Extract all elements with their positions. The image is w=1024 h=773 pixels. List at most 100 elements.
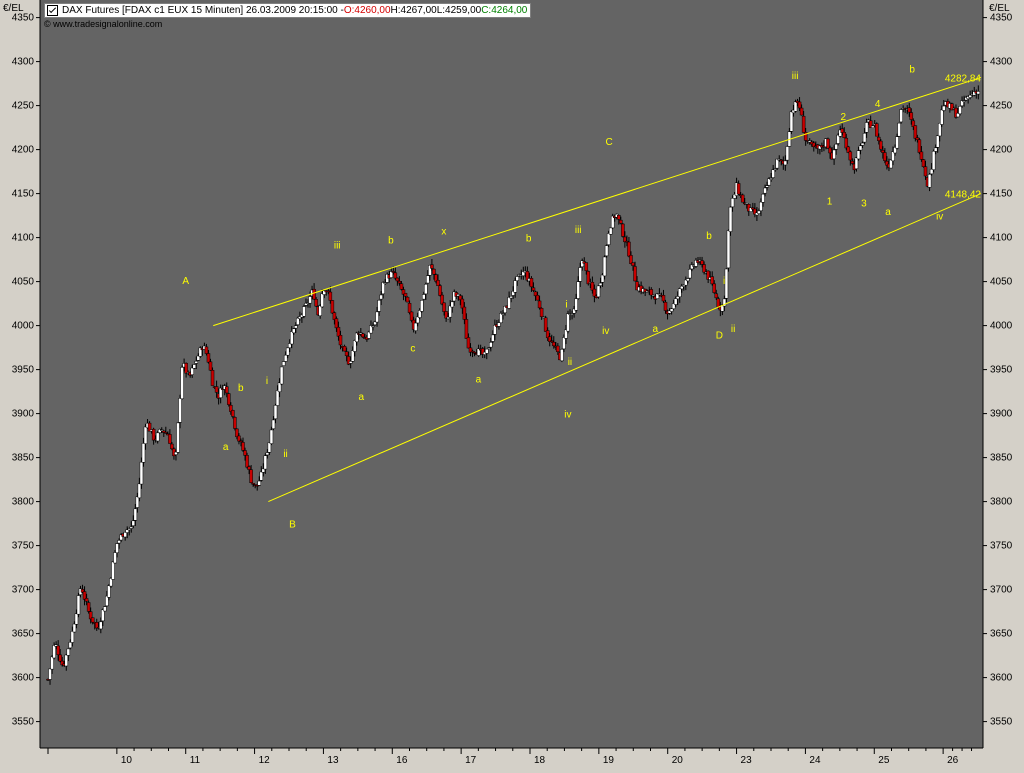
candle-body bbox=[740, 194, 745, 203]
candle-body bbox=[296, 317, 300, 325]
candle-body bbox=[509, 295, 513, 299]
candle-body bbox=[883, 152, 887, 161]
wave-label: i bbox=[723, 276, 725, 287]
candle-body bbox=[592, 288, 597, 297]
x-tick-label: 26 bbox=[947, 755, 959, 766]
candle-body bbox=[870, 125, 875, 129]
wave-label: b bbox=[238, 383, 244, 394]
bottom-axis-panel bbox=[0, 748, 1024, 768]
candle-body bbox=[649, 289, 654, 296]
candle-body bbox=[101, 609, 105, 622]
wave-label: b bbox=[706, 231, 712, 242]
candle-body bbox=[602, 256, 607, 277]
candle-body bbox=[529, 278, 534, 288]
candle-body bbox=[64, 654, 69, 667]
candle-body bbox=[66, 648, 71, 656]
wave-label: 4 bbox=[875, 99, 881, 110]
candle-body bbox=[70, 631, 75, 643]
candle-body bbox=[210, 370, 215, 386]
wave-label: B bbox=[289, 520, 296, 531]
candle-body bbox=[608, 227, 613, 235]
candle-body bbox=[497, 322, 501, 327]
candle-body bbox=[285, 347, 290, 356]
candle-body bbox=[348, 361, 353, 364]
candle-body bbox=[320, 293, 324, 308]
candle-body bbox=[292, 328, 296, 334]
candle-body bbox=[450, 301, 454, 308]
candle-body bbox=[773, 168, 777, 171]
candle-body bbox=[629, 255, 633, 264]
candle-body bbox=[133, 508, 138, 521]
candle-body bbox=[269, 429, 274, 444]
candle-body bbox=[371, 325, 375, 328]
candle-body bbox=[710, 276, 714, 285]
candle-body bbox=[543, 317, 548, 332]
candle-body bbox=[472, 351, 477, 354]
checkbox-icon[interactable] bbox=[47, 5, 58, 16]
candle-body bbox=[178, 398, 182, 423]
y-tick-label-left: 4300 bbox=[12, 57, 35, 68]
candle-body bbox=[769, 178, 773, 180]
candle-body bbox=[661, 295, 666, 302]
close-price: C:4264,00 bbox=[481, 5, 528, 16]
candle-body bbox=[115, 543, 119, 553]
candle-body bbox=[598, 282, 603, 286]
candle-body bbox=[271, 419, 276, 429]
candle-body bbox=[84, 598, 89, 602]
candle-body bbox=[68, 641, 73, 649]
candle-body bbox=[566, 313, 570, 332]
instrument-title-bar[interactable]: DAX Futures [FDAX c1 EUX 15 Minuten] 26.… bbox=[44, 3, 532, 18]
candle-body bbox=[76, 595, 81, 615]
candle-body bbox=[99, 621, 103, 630]
wave-label: iii bbox=[575, 225, 582, 236]
wave-label: c bbox=[410, 344, 415, 355]
high-price: H:4267,00 bbox=[390, 5, 437, 16]
y-tick-label-left: 3700 bbox=[12, 585, 35, 596]
source-credit[interactable]: © www.tradesignalonline.com bbox=[44, 19, 162, 29]
candle-body bbox=[728, 206, 733, 232]
candle-body bbox=[736, 183, 741, 195]
candle-body bbox=[576, 281, 580, 299]
candle-body bbox=[164, 432, 168, 434]
y-tick-label-right: 4300 bbox=[990, 57, 1013, 68]
candle-body bbox=[139, 461, 144, 485]
candle-body bbox=[259, 471, 264, 481]
candle-body bbox=[460, 298, 465, 309]
candle-body bbox=[485, 348, 489, 354]
price-chart[interactable]: 4282,844148,42 AbaiiiBiiiabcxabiiiiiiivi… bbox=[0, 0, 1024, 768]
candle-body bbox=[765, 185, 769, 188]
candle-body bbox=[604, 245, 609, 257]
candle-body bbox=[407, 303, 412, 313]
y-tick-label-left: 4350 bbox=[12, 13, 35, 24]
candle-body bbox=[848, 151, 853, 161]
candle-body bbox=[682, 284, 686, 287]
x-tick-label: 18 bbox=[534, 755, 546, 766]
y-tick-label-right: 3750 bbox=[990, 541, 1013, 552]
candle-body bbox=[283, 354, 288, 362]
candle-body bbox=[487, 347, 491, 350]
candle-body bbox=[850, 160, 855, 164]
candle-body bbox=[194, 360, 199, 364]
candle-body bbox=[921, 159, 926, 167]
chart-window: 4282,84 4148,42 Ab a i ii Biii a b c x a b iii i ii iv i… bbox=[0, 0, 1024, 768]
candle-body bbox=[606, 233, 611, 245]
wave-label: A bbox=[182, 276, 189, 287]
candle-body bbox=[686, 278, 690, 282]
candle-body bbox=[48, 668, 52, 680]
candle-body bbox=[507, 297, 511, 309]
open-price: O:4260,00 bbox=[343, 5, 391, 16]
candle-body bbox=[560, 349, 564, 362]
wave-label: 3 bbox=[861, 198, 867, 209]
candle-body bbox=[842, 132, 847, 138]
wave-label: ii bbox=[283, 449, 287, 460]
candle-body bbox=[702, 264, 706, 273]
candle-body bbox=[761, 193, 765, 203]
wave-label: ii bbox=[731, 324, 735, 335]
right-axis-panel bbox=[983, 0, 1024, 768]
candle-body bbox=[917, 139, 922, 153]
x-tick-label: 11 bbox=[190, 755, 201, 766]
candle-body bbox=[249, 469, 253, 483]
wave-label: iv bbox=[564, 410, 571, 421]
wave-label: b bbox=[388, 235, 394, 246]
candle-body bbox=[135, 496, 140, 508]
